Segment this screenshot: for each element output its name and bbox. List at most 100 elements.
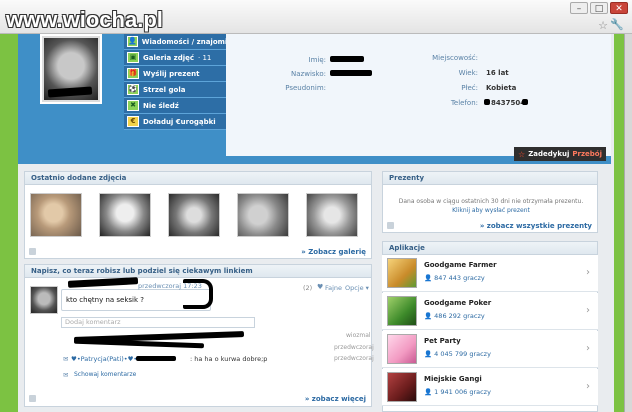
photo-thumb-1[interactable] bbox=[30, 193, 82, 237]
app-users: 👤 1 941 006 graczy bbox=[424, 388, 491, 396]
like-button[interactable]: Fajne bbox=[325, 284, 342, 292]
recent-photos-title: Ostatnio dodane zdjęcia bbox=[31, 174, 127, 182]
users-icon: 👤 bbox=[424, 350, 435, 358]
phone-value: 8437504 bbox=[491, 99, 526, 107]
reply2-time: przedwczoraj bbox=[334, 355, 374, 362]
hide-comments-icon: ✉ bbox=[63, 371, 69, 379]
app-users-count: 1 941 006 graczy bbox=[434, 388, 491, 396]
action-topup[interactable]: € Doładuj €urogąbki bbox=[124, 114, 226, 130]
page-background-left bbox=[0, 34, 18, 412]
gangi-app-icon bbox=[387, 372, 417, 402]
app-name: Goodgame Poker bbox=[424, 299, 492, 307]
apps-header: Aplikacje bbox=[383, 242, 597, 255]
photo-thumb-3[interactable] bbox=[168, 193, 220, 237]
action-send-gift[interactable]: 🎁 Wyślij prezent bbox=[124, 66, 226, 82]
reply2-comment-icon: ✉ bbox=[63, 355, 69, 363]
chevron-right-icon: › bbox=[586, 381, 590, 392]
dedicate-hit-label: Przebój bbox=[572, 150, 602, 158]
first-name-label: Imię: bbox=[308, 56, 327, 64]
see-more-link[interactable]: » zobacz więcej bbox=[305, 395, 366, 403]
action-label: Strzel gola bbox=[143, 85, 186, 94]
vertical-scrollbar[interactable] bbox=[624, 34, 632, 412]
see-all-presents-link[interactable]: » zobacz wszystkie prezenty bbox=[480, 222, 592, 230]
gift-icon: 🎁 bbox=[127, 68, 139, 79]
phone-label: Telefon: bbox=[450, 99, 478, 107]
status-title: Napisz, co teraz robisz lub podziel się … bbox=[31, 267, 253, 275]
browser-toolbar: www.wiocha.pl – □ ✕ ☆ 🔧 bbox=[0, 0, 632, 34]
profile-header: 👤 Wiadomości / znajomi ▣ Galeria zdjęć · 11… bbox=[18, 34, 611, 164]
redacted-last-name bbox=[330, 70, 372, 76]
app-row-miejskie-gangi[interactable]: Miejskie Gangi 👤 1 941 006 graczy › bbox=[382, 369, 598, 406]
hide-comments-link[interactable]: Schowaj komentarze bbox=[74, 371, 136, 378]
comment-count[interactable]: (2) bbox=[303, 284, 312, 292]
minimize-button[interactable]: – bbox=[570, 2, 588, 14]
unfollow-icon: ✖ bbox=[127, 100, 139, 111]
watermark: www.wiocha.pl bbox=[6, 7, 163, 32]
photo-thumb-4[interactable] bbox=[237, 193, 289, 237]
age-label: Wiek: bbox=[458, 69, 478, 77]
dedicate-label: Zadedykuj bbox=[528, 150, 570, 158]
chevron-right-icon: › bbox=[586, 305, 590, 316]
chevron-right-icon: › bbox=[586, 267, 590, 278]
wrench-icon[interactable]: 🔧 bbox=[610, 18, 624, 31]
app-row-goodgame-farmer[interactable]: Goodgame Farmer 👤 847 443 graczy › bbox=[382, 255, 598, 292]
app-users-count: 486 292 graczy bbox=[434, 312, 485, 320]
dedicate-song-button[interactable]: ☆ Zadedykuj Przebój bbox=[514, 147, 606, 161]
redacted-phone-prefix bbox=[484, 99, 490, 105]
profile-page: 👤 Wiadomości / znajomi ▣ Galeria zdjęć · 11… bbox=[18, 34, 611, 412]
redacted-phone-suffix bbox=[522, 99, 528, 105]
action-label: Wiadomości / znajomi bbox=[141, 37, 228, 46]
status-avatar[interactable] bbox=[30, 286, 58, 314]
action-score-goal[interactable]: ⚽ Strzel gola bbox=[124, 82, 226, 98]
reply2-author[interactable]: ♥•Patrycja(Pati)•♥• bbox=[71, 355, 137, 363]
profile-info: Imię: Nazwisko: Pseudonim: Miejscowość: … bbox=[226, 34, 611, 156]
like-heart-icon[interactable]: ♥ bbox=[317, 283, 323, 291]
recent-photos-header: Ostatnio dodane zdjęcia bbox=[25, 172, 371, 185]
presents-title: Prezenty bbox=[389, 174, 425, 182]
options-button[interactable]: Opcje ▾ bbox=[345, 284, 369, 292]
nickname-label: Pseudonim: bbox=[285, 84, 326, 92]
last-name-label: Nazwisko: bbox=[291, 70, 326, 78]
action-friends[interactable]: 👤 Wiadomości / znajomi bbox=[124, 34, 228, 50]
window-controls: – □ ✕ bbox=[570, 2, 628, 14]
photos-toggle-icon[interactable] bbox=[29, 248, 36, 255]
status-toggle-icon[interactable] bbox=[29, 395, 36, 402]
app-users: 👤 847 443 graczy bbox=[424, 274, 485, 282]
action-label: Galeria zdjęć bbox=[143, 53, 195, 62]
send-present-link[interactable]: Kliknij aby wysłać prezent bbox=[396, 207, 586, 214]
star-icon: ☆ bbox=[518, 149, 526, 159]
close-button[interactable]: ✕ bbox=[610, 2, 628, 14]
redacted-first-name bbox=[330, 56, 364, 62]
presents-toggle-icon[interactable] bbox=[387, 222, 394, 229]
see-gallery-link[interactable]: » Zobacz galerię bbox=[301, 248, 366, 256]
reply2-text: : ha ha o kurwa dobre;p bbox=[190, 355, 268, 363]
chevron-right-icon: › bbox=[586, 343, 590, 354]
action-unfollow[interactable]: ✖ Nie śledź bbox=[124, 98, 226, 114]
reply1-like[interactable]: wiozmal bbox=[346, 332, 371, 339]
users-icon: 👤 bbox=[424, 274, 435, 282]
euro-icon: € bbox=[127, 116, 139, 127]
redaction-scribble bbox=[183, 279, 213, 309]
reply1-time: przedwczoraj bbox=[334, 344, 374, 351]
status-header: Napisz, co teraz robisz lub podziel się … bbox=[25, 265, 371, 278]
users-icon: 👤 bbox=[424, 312, 435, 320]
redacted-reply2-name bbox=[136, 356, 176, 361]
photo-thumb-2[interactable] bbox=[99, 193, 151, 237]
app-row-goodgame-poker[interactable]: Goodgame Poker 👤 486 292 graczy › bbox=[382, 293, 598, 330]
gender-value: Kobieta bbox=[486, 84, 517, 92]
app-users-count: 4 045 799 graczy bbox=[434, 350, 491, 358]
maximize-button[interactable]: □ bbox=[590, 2, 608, 14]
action-label: Nie śledź bbox=[143, 101, 179, 110]
photo-thumb-5[interactable] bbox=[306, 193, 358, 237]
comment-input[interactable]: Dodaj komentarz bbox=[61, 317, 255, 328]
action-gallery[interactable]: ▣ Galeria zdjęć · 11 bbox=[124, 50, 226, 66]
presents-header: Prezenty bbox=[383, 172, 597, 185]
bookmark-star-icon[interactable]: ☆ bbox=[598, 19, 608, 32]
city-label: Miejscowość: bbox=[432, 54, 478, 62]
presents-info: Dana osoba w ciągu ostatnich 30 dni nie … bbox=[398, 198, 584, 205]
app-name: Goodgame Farmer bbox=[424, 261, 497, 269]
app-name: Miejskie Gangi bbox=[424, 375, 482, 383]
age-value: 16 lat bbox=[486, 69, 509, 77]
app-row-pet-party[interactable]: Pet Party 👤 4 045 799 graczy › bbox=[382, 331, 598, 368]
gallery-count: · 11 bbox=[198, 53, 212, 62]
